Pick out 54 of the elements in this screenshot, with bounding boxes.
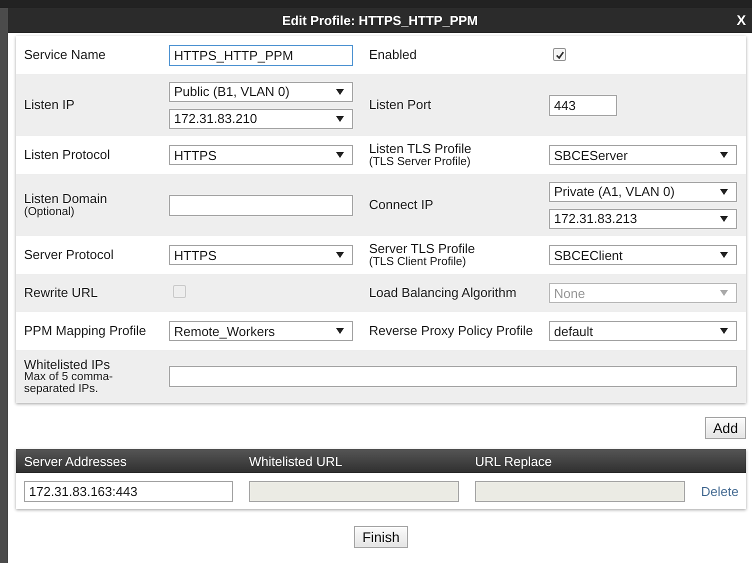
column-header: Server Addresses [24, 454, 128, 468]
field-label: Listen Protocol [24, 148, 111, 162]
column-header: URL Replace [475, 454, 553, 468]
field-label: Listen Domain [24, 192, 108, 206]
field-label: Rewrite URL [24, 286, 99, 300]
finish-button[interactable]: Finish [354, 526, 408, 548]
checkbox[interactable] [553, 48, 566, 61]
field-label: Listen TLS Profile [369, 142, 472, 156]
dropdown[interactable]: HTTPS [169, 145, 353, 165]
text-field[interactable]: 443 [549, 94, 617, 116]
dropdown[interactable]: SBCEServer [549, 145, 737, 165]
caret-icon [720, 214, 728, 222]
caret-icon [720, 188, 728, 196]
caret-icon [720, 151, 728, 159]
field-note: Max of 5 comma-separated IPs. [24, 371, 114, 396]
field-note: (Optional) [24, 206, 76, 218]
field-note: (TLS Server Profile) [369, 156, 472, 168]
dropdown[interactable]: Private (A1, VLAN 0) [549, 182, 737, 202]
field-label: Reverse Proxy Policy Profile [369, 324, 534, 338]
text-field[interactable] [169, 366, 737, 387]
dialog-title: Edit Profile: HTTPS_HTTP_PPM [282, 13, 478, 28]
caret-icon [336, 251, 344, 259]
text-field[interactable] [169, 194, 353, 216]
caret-icon [336, 88, 344, 96]
dropdown[interactable]: Remote_Workers [169, 321, 353, 341]
field-label: Service Name [24, 48, 107, 62]
caret-icon [720, 289, 728, 297]
delete-link[interactable]: Delete [701, 484, 739, 499]
field-label: Load Balancing Algorithm [369, 286, 518, 300]
field-label: PPM Mapping Profile [24, 324, 148, 338]
field-note: (TLS Client Profile) [369, 256, 468, 268]
dropdown[interactable]: HTTPS [169, 245, 353, 265]
field-label: Listen Port [369, 98, 432, 112]
field-label: Connect IP [369, 198, 434, 212]
field-label: Listen IP [24, 98, 76, 112]
field-label: Server Protocol [24, 248, 115, 262]
dropdown[interactable]: default [549, 321, 737, 341]
caret-icon [336, 114, 344, 122]
server-address-field[interactable]: 172.31.83.163:443 [24, 481, 233, 502]
close-button[interactable]: X [736, 12, 746, 28]
caret-icon [720, 327, 728, 335]
caret-icon [720, 251, 728, 259]
column-header: Whitelisted URL [249, 454, 344, 468]
text-field[interactable]: HTTPS_HTTP_PPM [169, 44, 353, 66]
caret-icon [336, 151, 344, 159]
add-button[interactable]: Add [705, 417, 746, 439]
caret-icon [336, 327, 344, 335]
field-label: Server TLS Profile [369, 242, 476, 256]
dropdown[interactable]: 172.31.83.213 [549, 208, 737, 228]
field-label: Whitelisted IPs [24, 358, 111, 372]
dropdown[interactable]: Public (B1, VLAN 0) [169, 82, 353, 102]
field-label: Enabled [369, 48, 418, 62]
dropdown[interactable]: 172.31.83.210 [169, 108, 353, 128]
dropdown[interactable]: SBCEClient [549, 245, 737, 265]
